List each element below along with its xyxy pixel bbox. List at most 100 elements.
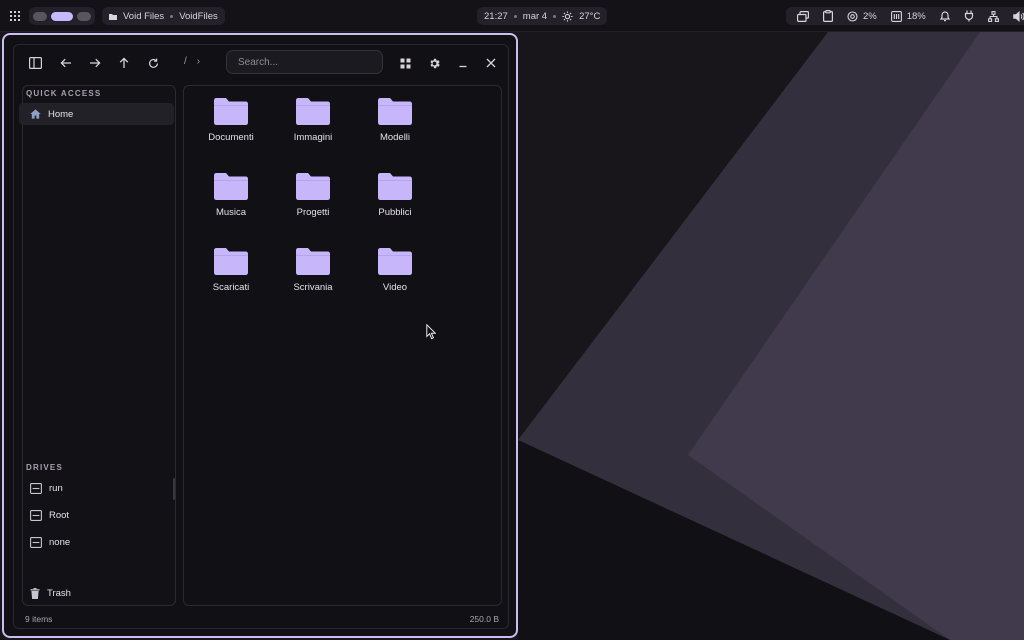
separator-dot — [553, 14, 557, 18]
close-button[interactable] — [479, 51, 503, 75]
workspace-3[interactable] — [77, 11, 91, 21]
close-icon — [486, 58, 496, 68]
forward-button[interactable] — [83, 51, 107, 75]
sun-icon — [562, 10, 573, 22]
workspace-switcher — [29, 7, 95, 25]
folder-item[interactable]: Scaricati — [190, 246, 272, 321]
refresh-icon — [148, 58, 158, 68]
app-launcher-button[interactable] — [6, 7, 24, 25]
folder-icon — [296, 173, 330, 200]
cpu-usage[interactable]: 2% — [840, 7, 884, 25]
folder-label: Scrivania — [293, 282, 333, 293]
sidebar-item-label: run — [49, 482, 63, 494]
sidebar-item-drive-root[interactable]: Root — [23, 504, 175, 526]
sidebar-item-trash[interactable]: Trash — [23, 582, 175, 604]
folder-item[interactable]: Pubblici — [354, 171, 436, 246]
separator-dot — [170, 14, 174, 18]
drive-icon — [30, 536, 42, 548]
file-view: Documenti Immagini Modelli Musica Progetti Pu… — [183, 85, 502, 606]
sidebar-item-label: Home — [48, 108, 74, 120]
clock-widget[interactable]: 21:27 mar 4 27°C — [477, 7, 608, 25]
sidebar-item-home[interactable]: Home — [19, 103, 174, 125]
sidebar-item-drive-none[interactable]: none — [23, 531, 175, 553]
drive-icon — [30, 509, 42, 521]
search-input[interactable] — [226, 50, 383, 74]
folder-item[interactable]: Scrivania — [272, 246, 354, 321]
quick-access-heading: QUICK ACCESS — [26, 89, 102, 98]
weather-temperature: 27°C — [579, 10, 601, 22]
power-button[interactable] — [957, 7, 981, 25]
toggle-sidebar-button[interactable] — [23, 51, 47, 75]
folder-item[interactable]: Musica — [190, 171, 272, 246]
sidebar-item-label: Root — [49, 509, 70, 521]
sidebar-toggle-icon — [28, 57, 42, 69]
drives-heading: DRIVES — [26, 463, 63, 472]
folder-label: Progetti — [296, 207, 330, 218]
folder-icon — [109, 13, 117, 20]
file-manager-window: / › QUICK ACCESS Home DRIV — [2, 33, 518, 638]
folder-label: Documenti — [208, 132, 254, 143]
breadcrumb-root[interactable]: / — [184, 56, 187, 67]
grid-icon — [10, 11, 20, 21]
clipboard-button[interactable] — [816, 7, 840, 25]
item-count: 9 items — [25, 614, 53, 624]
network-icon — [987, 10, 999, 22]
folder-label: Musica — [215, 207, 247, 218]
folder-icon — [378, 98, 412, 125]
gear-icon — [429, 58, 440, 68]
folder-label: Scaricati — [212, 282, 250, 293]
separator-dot — [513, 14, 517, 18]
settings-button[interactable] — [422, 51, 446, 75]
memory-usage[interactable]: 18% — [884, 7, 933, 25]
active-app-indicator[interactable]: Void Files VoidFiles — [102, 7, 225, 25]
back-button[interactable] — [54, 51, 78, 75]
refresh-button[interactable] — [141, 51, 165, 75]
drive-icon — [30, 482, 42, 494]
minimize-icon — [459, 65, 467, 68]
toolbar: / › — [14, 45, 510, 81]
breadcrumb-separator: › — [196, 56, 201, 67]
arrow-right-icon — [90, 58, 101, 68]
total-size: 250.0 B — [469, 614, 499, 624]
view-mode-button[interactable] — [393, 51, 417, 75]
folder-label: Immagini — [293, 132, 333, 143]
clock-date: mar 4 — [522, 10, 548, 22]
folder-item[interactable]: Documenti — [190, 96, 272, 171]
active-window-title: VoidFiles — [179, 10, 218, 22]
cpu-percent: 2% — [863, 10, 877, 22]
minimize-button[interactable] — [451, 51, 475, 75]
folder-icon — [214, 173, 248, 200]
folder-item[interactable]: Progetti — [272, 171, 354, 246]
workspace-2-active[interactable] — [51, 11, 73, 21]
windows-overview-icon — [797, 10, 809, 22]
plug-icon — [964, 10, 973, 22]
folder-item[interactable]: Immagini — [272, 96, 354, 171]
folder-icon — [214, 248, 248, 275]
overview-button[interactable] — [790, 7, 816, 25]
active-app-name: Void Files — [123, 10, 165, 22]
mouse-cursor-icon — [426, 324, 436, 340]
folder-icon — [378, 248, 412, 275]
folder-icon — [378, 173, 412, 200]
sidebar-item-drive-run[interactable]: run — [23, 477, 175, 499]
folder-grid: Documenti Immagini Modelli Musica Progetti Pu… — [190, 96, 436, 321]
folder-icon — [296, 98, 330, 125]
notifications-button[interactable] — [933, 7, 957, 25]
sidebar-item-label: Trash — [47, 587, 71, 599]
folder-item[interactable]: Video — [354, 246, 436, 321]
bell-icon — [939, 11, 950, 22]
workspace-1[interactable] — [33, 11, 47, 21]
clipboard-icon — [823, 10, 833, 22]
top-panel: Void Files VoidFiles 21:27 mar 4 27°C 2%… — [0, 0, 1024, 32]
breadcrumb: / › — [184, 56, 200, 67]
folder-item[interactable]: Modelli — [354, 96, 436, 171]
volume-button[interactable] — [1006, 7, 1024, 25]
home-icon — [30, 109, 41, 119]
up-button[interactable] — [112, 51, 136, 75]
memory-icon — [890, 10, 902, 22]
sidebar: QUICK ACCESS Home DRIVES run Root none T… — [19, 85, 176, 606]
clock-time: 21:27 — [484, 10, 508, 22]
network-button[interactable] — [981, 7, 1006, 25]
folder-icon — [214, 98, 248, 125]
sidebar-item-label: none — [49, 536, 71, 548]
